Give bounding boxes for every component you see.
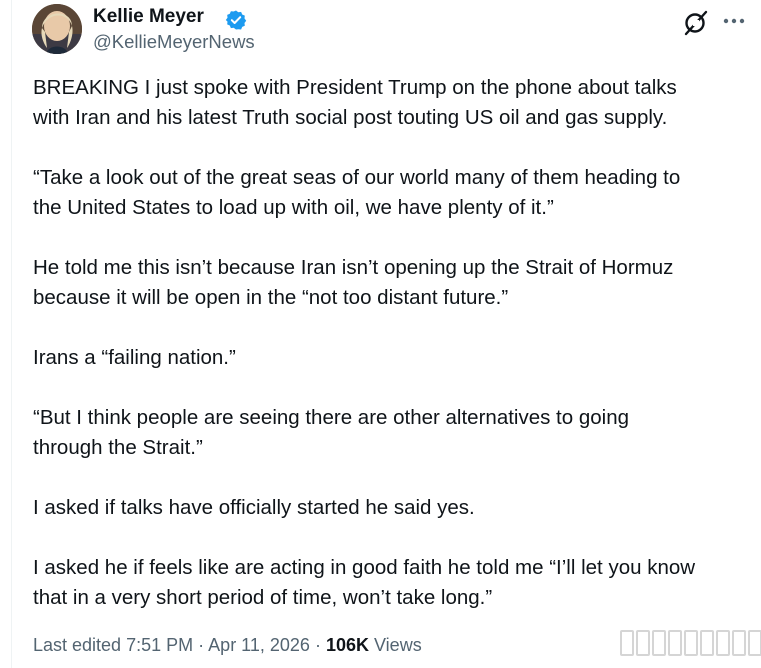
views-label: Views [374,635,422,655]
post-paragraph: Irans a “failing nation.” [33,346,236,369]
watermark-glyph [652,630,666,656]
grok-icon[interactable] [683,10,709,36]
views-count: 106K [325,635,369,655]
watermark-glyph [636,630,650,656]
avatar[interactable] [32,4,82,54]
watermark-glyph [684,630,698,656]
post-time[interactable]: 7:51 PM [126,635,193,655]
more-icon[interactable] [719,8,749,34]
post-text: BREAKING I just spoke with President Tru… [33,73,748,613]
verified-badge-icon [225,10,247,30]
meta-separator: · [314,635,321,655]
post-paragraph: “Take a look out of the great seas of ou… [33,166,681,219]
edited-label[interactable]: Last edited [33,635,121,655]
post-paragraph: I asked if talks have officially started… [33,496,475,519]
watermark-glyph [668,630,682,656]
watermark-glyph [716,630,730,656]
watermark [620,630,761,660]
post-paragraph: “But I think people are seeing there are… [33,406,630,459]
author-name[interactable]: Kellie Meyer [93,6,204,28]
post-card: Kellie Meyer @KellieMeyerNews BREAKING I… [11,0,761,668]
watermark-glyph [700,630,714,656]
meta-separator: · [198,635,205,655]
post-paragraph: I asked he if feels like are acting in g… [33,556,696,609]
watermark-glyph [748,630,761,656]
post-date[interactable]: Apr 11, 2026 [208,635,310,655]
author-handle[interactable]: @KellieMeyerNews [93,31,255,53]
post-metadata: Last edited 7:51 PM · Apr 11, 2026 · 106… [33,632,422,658]
post-paragraph: He told me this isn’t because Iran isn’t… [33,256,674,309]
post-header: Kellie Meyer @KellieMeyerNews [32,4,752,56]
watermark-glyph [620,630,634,656]
post-paragraph: BREAKING I just spoke with President Tru… [33,76,677,129]
watermark-glyph [732,630,746,656]
